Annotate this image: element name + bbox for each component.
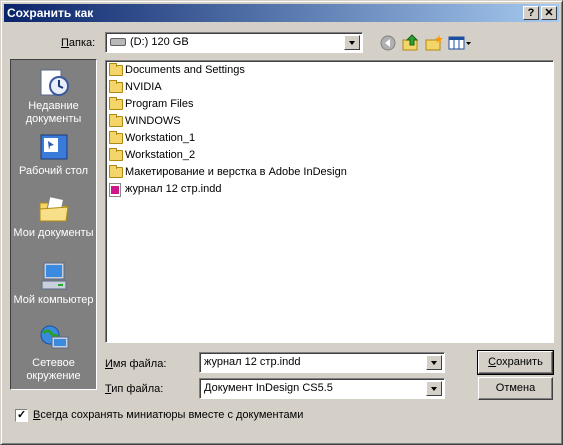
desktop-icon [38,131,70,163]
filetype-value: Документ InDesign CS5.5 [204,382,333,394]
place-my-documents[interactable]: Мои документы [11,193,96,240]
my-documents-icon [38,193,70,225]
new-folder-icon[interactable] [425,34,443,52]
lookin-value: (D:) 120 GB [130,36,189,48]
view-menu-icon[interactable] [448,34,472,52]
folder-icon [109,97,123,110]
place-recent-documents[interactable]: Недавние документы [11,66,96,126]
folder-icon [109,165,123,178]
folder-icon [109,114,123,127]
help-button[interactable]: ? [523,6,539,20]
filetype-combo[interactable]: Документ InDesign CS5.5 [199,378,445,399]
save-as-dialog: Сохранить как ? ✕ Папка: (D:) 120 GB Нед… [0,0,563,445]
window-title: Сохранить как [7,6,94,20]
file-list[interactable]: Documents and Settings NVIDIA Program Fi… [105,60,554,343]
drive-icon [110,38,126,46]
place-my-computer[interactable]: Мой компьютер [11,260,96,307]
lookin-combo[interactable]: (D:) 120 GB [105,32,363,53]
up-folder-icon[interactable] [402,34,420,52]
recent-documents-icon [38,66,70,98]
save-thumbnails-label[interactable]: Всегда сохранять миниатюры вместе с доку… [33,409,303,421]
places-bar: Недавние документы Рабочий стол Мои доку… [10,59,97,390]
network-places-icon [38,323,70,355]
filetype-label: Тип файла: [105,383,164,395]
filename-input[interactable]: журнал 12 стр.indd [204,356,300,368]
close-button[interactable]: ✕ [541,6,557,20]
folder-icon [109,131,123,144]
filename-combo[interactable]: журнал 12 стр.indd [199,352,445,373]
lookin-label: Папка: [61,37,96,49]
my-computer-icon [38,260,70,292]
filename-label: Имя файла: [105,358,167,370]
lookin-dropdown-button[interactable] [344,35,360,50]
place-network-places[interactable]: Сетевое окружение [11,323,96,383]
filetype-dropdown-button[interactable] [426,381,442,396]
indesign-file-icon [109,183,121,197]
back-icon[interactable] [379,34,397,52]
place-desktop[interactable]: Рабочий стол [11,131,96,178]
title-bar: Сохранить как ? ✕ [4,4,559,22]
filename-dropdown-button[interactable] [426,355,442,370]
save-thumbnails-checkbox[interactable] [15,408,28,422]
folder-icon [109,80,123,93]
folder-icon [109,148,123,161]
folder-icon [109,63,123,76]
cancel-button[interactable]: Отмена [478,377,553,400]
save-button[interactable]: Сохранить [477,350,554,375]
